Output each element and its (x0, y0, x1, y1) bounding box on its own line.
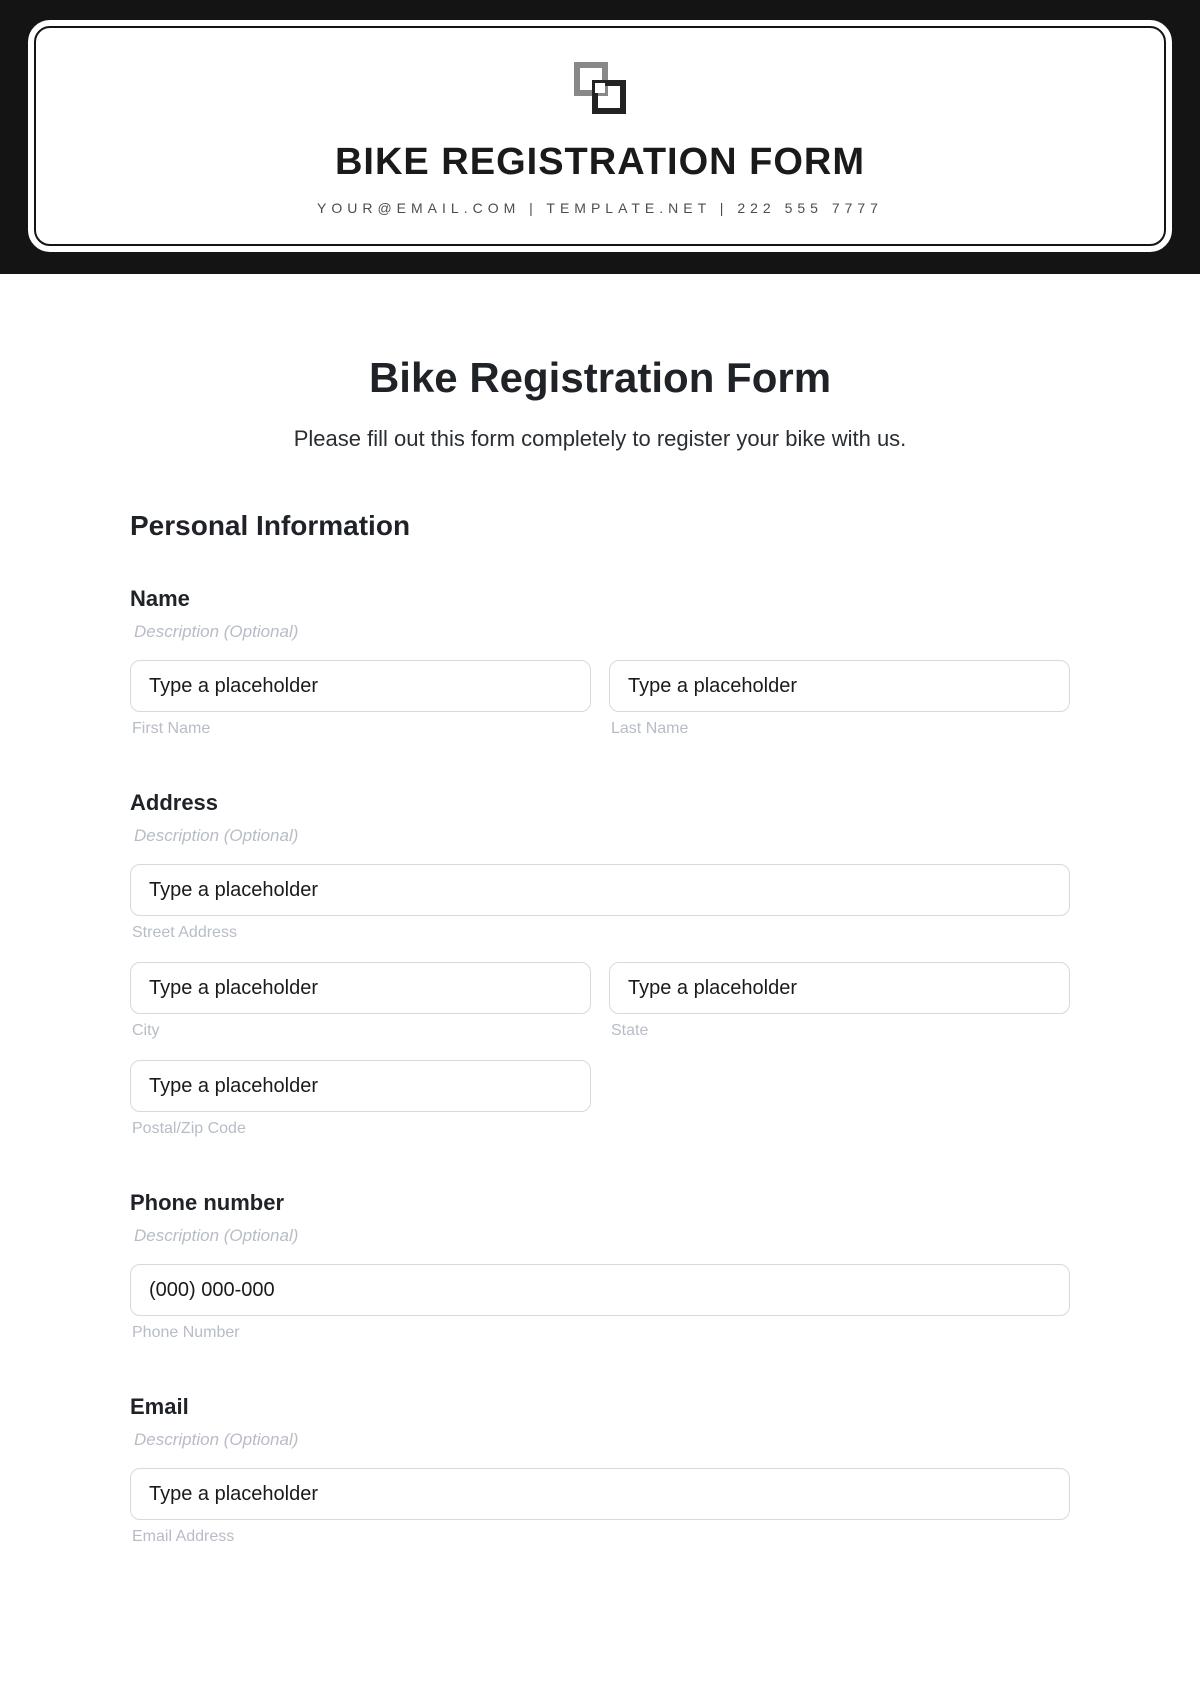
city-sublabel: City (130, 1022, 591, 1040)
banner-card: BIKE REGISTRATION FORM YOUR@EMAIL.COM | … (28, 20, 1172, 252)
page-title: Bike Registration Form (130, 354, 1070, 402)
phone-sublabel: Phone Number (130, 1324, 1070, 1342)
phone-group: Phone number Description (Optional) Phon… (130, 1190, 1070, 1342)
name-group: Name Description (Optional) First Name L… (130, 586, 1070, 738)
email-sublabel: Email Address (130, 1528, 1070, 1546)
email-group: Email Description (Optional) Email Addre… (130, 1394, 1070, 1546)
last-name-input[interactable] (609, 660, 1070, 712)
state-input[interactable] (609, 962, 1070, 1014)
page-subtitle: Please fill out this form completely to … (130, 426, 1070, 452)
address-label: Address (130, 790, 1070, 816)
name-description: Description (Optional) (130, 622, 1070, 642)
email-input[interactable] (130, 1468, 1070, 1520)
zip-sublabel: Postal/Zip Code (130, 1120, 591, 1138)
banner: BIKE REGISTRATION FORM YOUR@EMAIL.COM | … (0, 0, 1200, 274)
banner-contact: YOUR@EMAIL.COM | TEMPLATE.NET | 222 555 … (50, 200, 1150, 216)
section-personal-info: Personal Information (130, 510, 1070, 542)
chain-link-icon (571, 60, 629, 121)
city-input[interactable] (130, 962, 591, 1014)
zip-input[interactable] (130, 1060, 591, 1112)
phone-input[interactable] (130, 1264, 1070, 1316)
banner-title: BIKE REGISTRATION FORM (50, 141, 1150, 184)
street-input[interactable] (130, 864, 1070, 916)
form-content: Bike Registration Form Please fill out t… (0, 274, 1200, 1546)
last-name-sublabel: Last Name (609, 720, 1070, 738)
address-group: Address Description (Optional) Street Ad… (130, 790, 1070, 1138)
email-label: Email (130, 1394, 1070, 1420)
state-sublabel: State (609, 1022, 1070, 1040)
first-name-input[interactable] (130, 660, 591, 712)
name-label: Name (130, 586, 1070, 612)
first-name-sublabel: First Name (130, 720, 591, 738)
phone-label: Phone number (130, 1190, 1070, 1216)
street-sublabel: Street Address (130, 924, 1070, 942)
phone-description: Description (Optional) (130, 1226, 1070, 1246)
address-description: Description (Optional) (130, 826, 1070, 846)
email-description: Description (Optional) (130, 1430, 1070, 1450)
